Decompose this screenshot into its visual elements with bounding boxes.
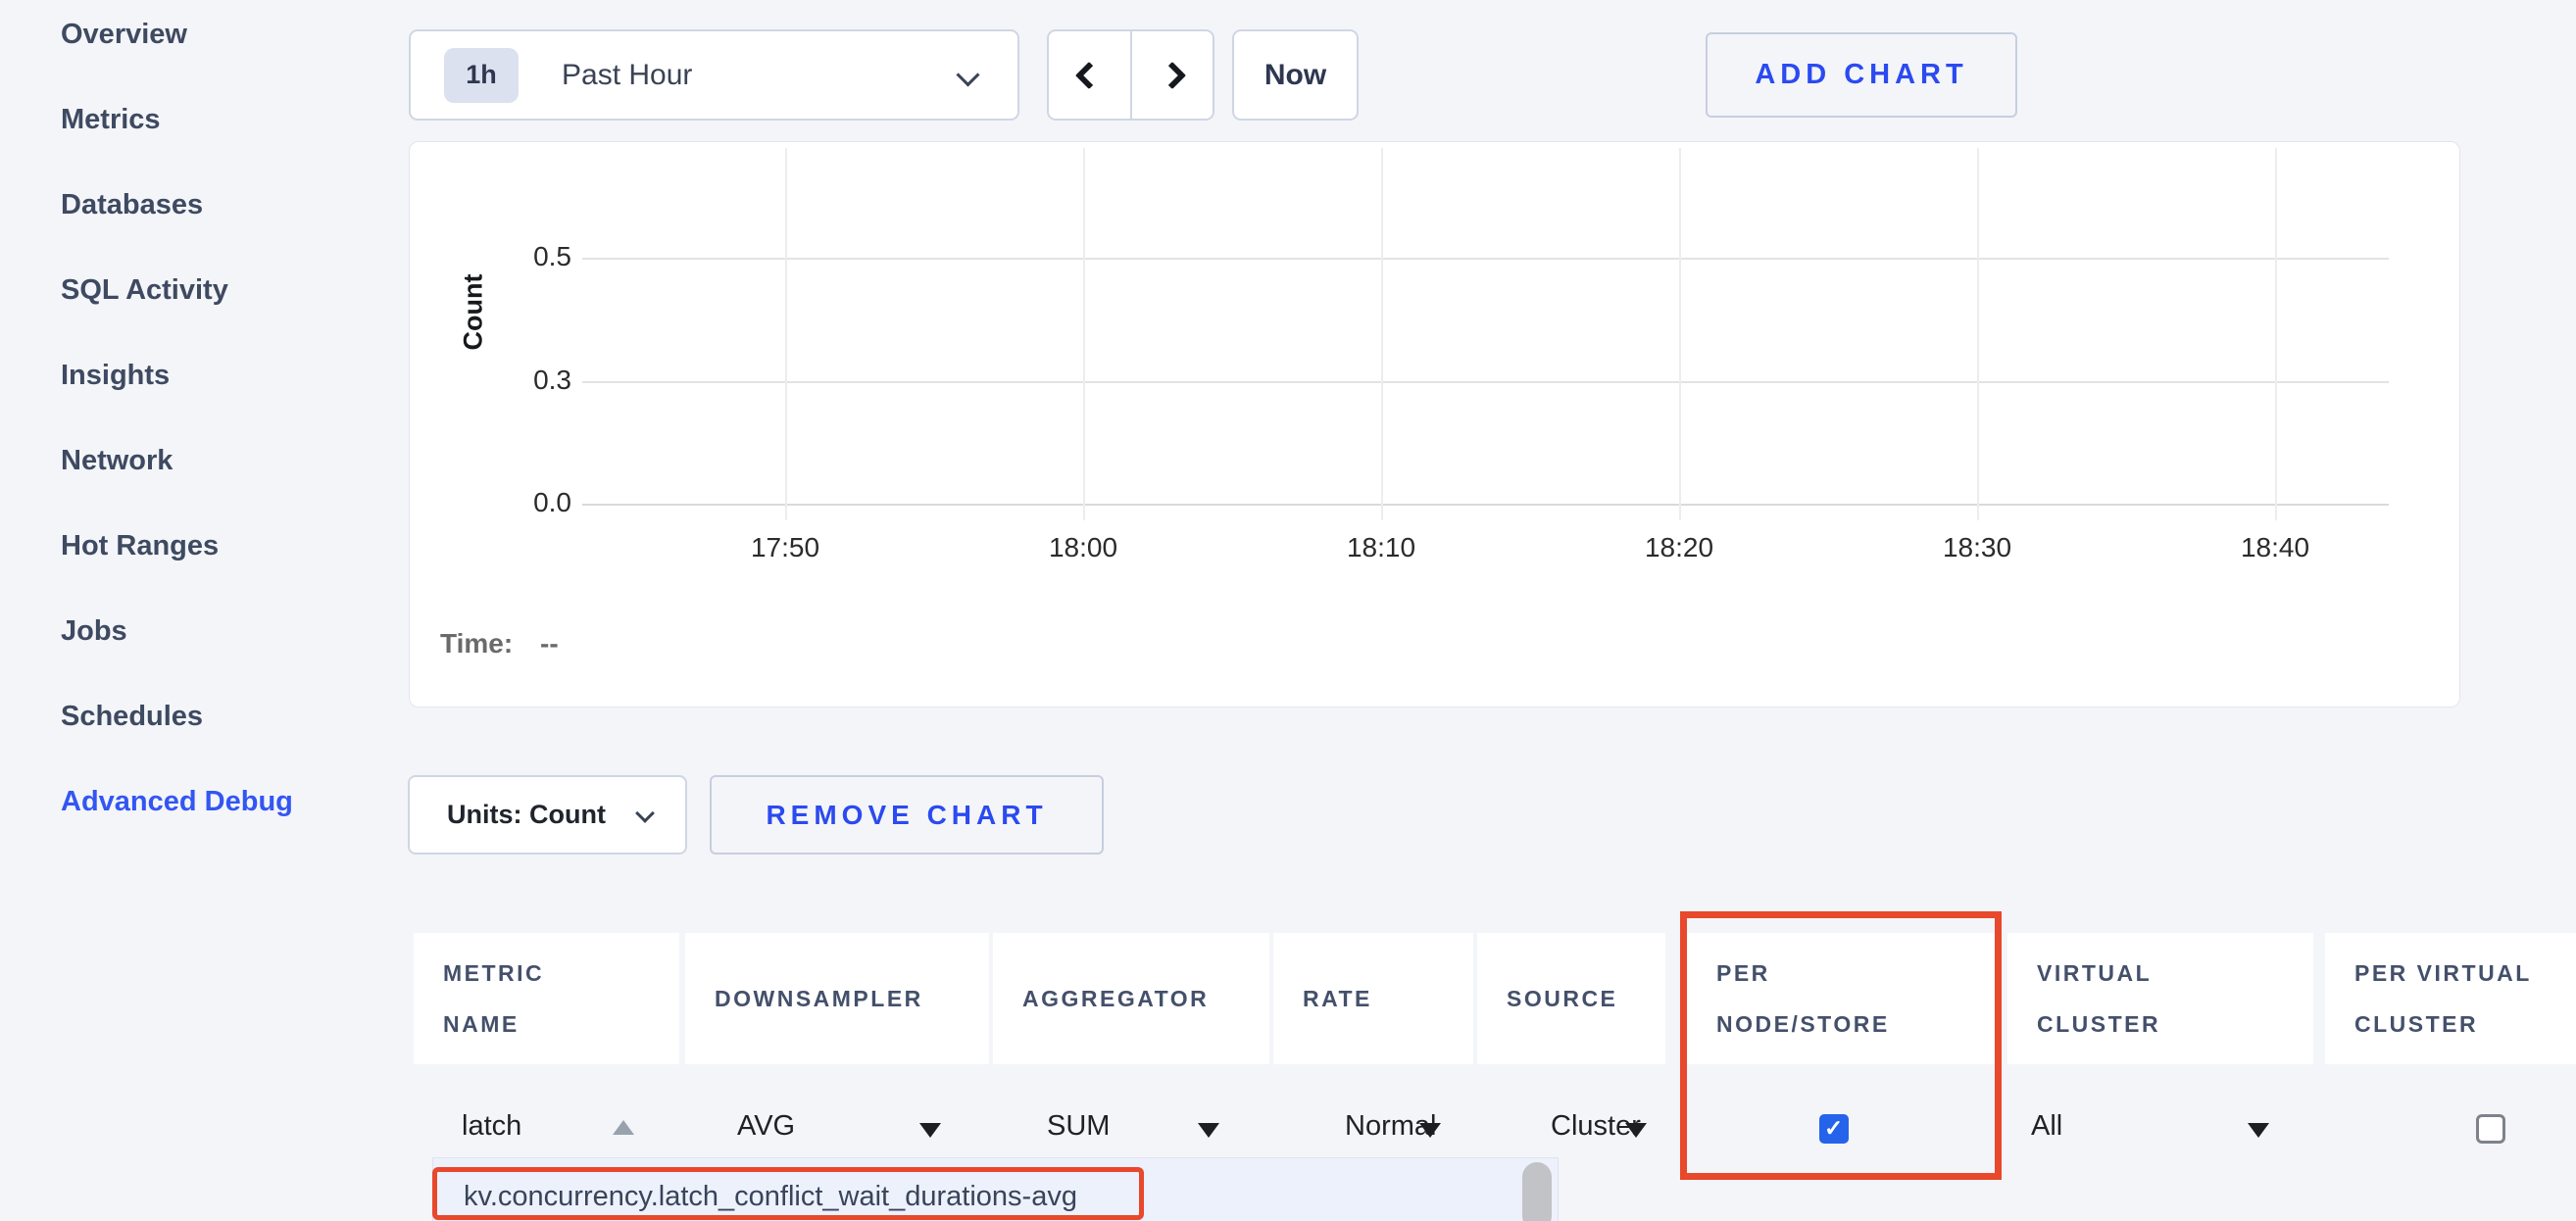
sidebar-item-insights[interactable]: Insights [61,358,170,393]
add-chart-button[interactable]: ADD CHART [1706,32,2017,118]
aggregator-select[interactable]: SUM [1047,1110,1110,1143]
sidebar-item-hot-ranges[interactable]: Hot Ranges [61,528,219,563]
column-header-metric-name: METRIC NAME [414,933,679,1064]
triangle-up-icon[interactable] [613,1120,634,1135]
time-range-label: Past Hour [562,59,692,92]
gridline-x-1820 [1679,148,1681,520]
y-axis-title: Count [459,215,489,411]
gridline-y-03 [582,381,2389,383]
gridline-x-1840 [2275,148,2277,520]
per-node-store-checkbox[interactable] [1819,1114,1849,1144]
per-virtual-cluster-checkbox[interactable] [2476,1114,2505,1144]
x-tick-label: 17:50 [707,532,864,563]
x-tick-label: 18:20 [1601,532,1758,563]
metric-name-input[interactable]: latch [462,1110,521,1143]
gridline-y-05 [582,258,2389,260]
hover-time-value: -- [540,628,559,659]
column-header-virtual-cluster: VIRTUAL CLUSTER [2007,933,2313,1064]
column-header-per-node-store: PER NODE/STORE [1687,933,1997,1064]
x-tick-label: 18:00 [1005,532,1162,563]
gridline-x-1800 [1083,148,1085,520]
sidebar-item-schedules[interactable]: Schedules [61,699,203,734]
x-tick-label: 18:40 [2197,532,2353,563]
x-tick-label: 18:30 [1899,532,2056,563]
chevron-down-icon [956,63,979,86]
sidebar-item-jobs[interactable]: Jobs [61,613,127,649]
column-header-rate: RATE [1273,933,1473,1064]
db-console-custom-chart-page: Overview Metrics Databases SQL Activity … [0,0,2576,1221]
chevron-down-icon [635,804,655,823]
next-range-button[interactable] [1130,31,1214,119]
time-range-stepper [1047,29,1214,121]
y-tick-label: 0.0 [454,487,571,518]
hover-time-caption: Time: [440,628,513,659]
column-header-aggregator: AGGREGATOR [993,933,1269,1064]
dropdown-scrollbar[interactable] [1522,1162,1552,1221]
sidebar-item-overview[interactable]: Overview [61,17,187,52]
metric-suggestion-item[interactable]: kv.concurrency.latch_conflict_wait_durat… [464,1181,1077,1213]
time-range-dropdown[interactable]: 1h Past Hour [409,29,1019,121]
gridline-y-00 [582,504,2389,506]
units-label: Units: Count [447,800,606,830]
gridline-x-1830 [1977,148,1979,520]
x-tick-label: 18:10 [1303,532,1460,563]
now-button[interactable]: Now [1232,29,1359,121]
triangle-down-icon[interactable] [919,1123,941,1138]
triangle-down-icon[interactable] [1419,1123,1441,1138]
prev-range-button[interactable] [1049,31,1130,119]
virtual-cluster-select[interactable]: All [2031,1110,2062,1143]
triangle-down-icon[interactable] [2248,1123,2269,1138]
sidebar-item-databases[interactable]: Databases [61,187,203,222]
triangle-down-icon[interactable] [1625,1123,1647,1138]
sidebar-item-sql-activity[interactable]: SQL Activity [61,272,228,308]
column-header-source: SOURCE [1477,933,1665,1064]
triangle-down-icon[interactable] [1198,1123,1219,1138]
custom-chart-panel: 0.5 0.3 0.0 17:50 18:00 18:10 18:20 18:3… [409,141,2460,708]
downsampler-select[interactable]: AVG [737,1110,795,1143]
column-header-downsampler: DOWNSAMPLER [685,933,989,1064]
remove-chart-button[interactable]: REMOVE CHART [710,775,1104,855]
gridline-x-1750 [785,148,787,520]
gridline-x-1810 [1381,148,1383,520]
sidebar-item-network[interactable]: Network [61,443,173,478]
time-range-badge: 1h [444,48,519,103]
units-dropdown[interactable]: Units: Count [408,775,687,855]
sidebar-item-metrics[interactable]: Metrics [61,102,161,137]
sidebar-item-advanced-debug[interactable]: Advanced Debug [61,784,293,819]
chevron-right-icon [1159,61,1186,88]
column-header-per-virtual-cluster: PER VIRTUAL CLUSTER [2325,933,2576,1064]
chevron-left-icon [1075,61,1103,88]
